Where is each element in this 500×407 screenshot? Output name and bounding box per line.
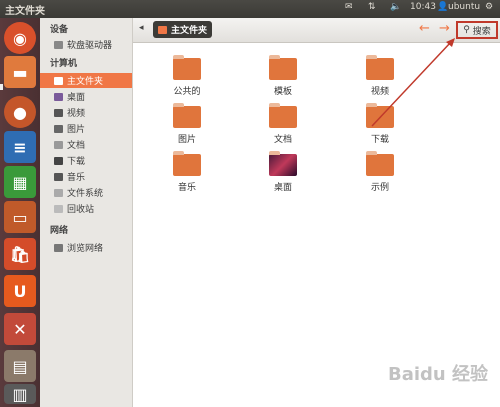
- watermark: Baidu 经验: [388, 364, 489, 385]
- annotation-arrow: [371, 38, 455, 127]
